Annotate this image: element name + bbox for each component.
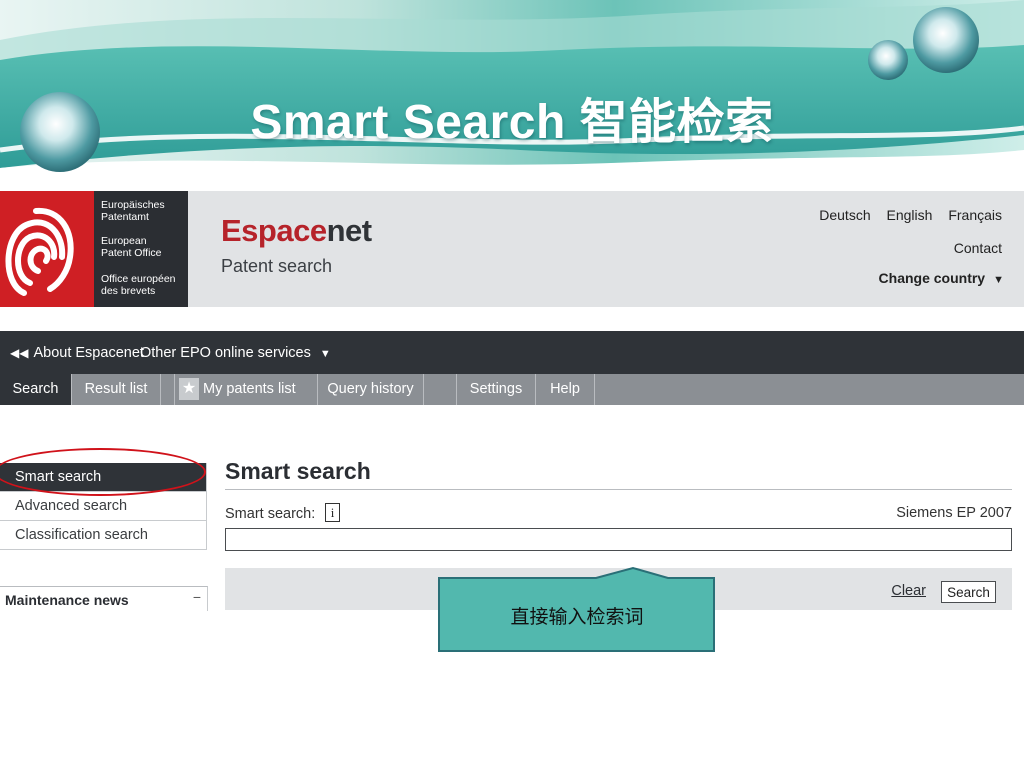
menu-item-advanced-search[interactable]: Advanced search [0, 492, 207, 521]
title-divider [225, 489, 1012, 490]
change-country-dropdown[interactable]: Change country ▼ [879, 270, 1004, 286]
epo-name-de-2: Patentamt [101, 211, 149, 223]
tab-result-list[interactable]: Result list [72, 374, 161, 405]
language-links: Deutsch English Français [807, 207, 1002, 223]
epo-logo-text: Europäisches Patentamt European Patent O… [94, 191, 188, 307]
about-espacenet-link[interactable]: ◀◀ About Espacenet [10, 345, 144, 361]
epo-name-en-2: Patent Office [101, 247, 162, 259]
epo-name-en-1: European [101, 235, 147, 247]
highlight-oval [0, 448, 206, 496]
contact-link[interactable]: Contact [954, 240, 1002, 256]
caret-down-icon: ▼ [319, 348, 331, 360]
callout-box: 直接输入检索词 [438, 566, 716, 652]
slide-banner: Smart Search 智能检索 [0, 0, 1024, 185]
tab-spacer [424, 374, 457, 405]
tab-spacer [160, 374, 175, 405]
maintenance-news-label: Maintenance news [5, 592, 129, 608]
epo-name-fr-2: des brevets [101, 285, 156, 297]
tab-query-history[interactable]: Query history [318, 374, 424, 405]
tab-my-patents-list[interactable]: ★ My patents list (0) [175, 374, 318, 427]
search-button[interactable]: Search [941, 581, 996, 603]
lang-francais[interactable]: Français [948, 207, 1002, 223]
collapse-icon[interactable]: − [193, 589, 201, 605]
change-country-label: Change country [878, 270, 986, 286]
tab-bar: Search Result list ★ My patents list (0)… [0, 374, 1024, 427]
tab-my-patents-label: My patents list (0) [203, 381, 296, 427]
caret-down-icon: ▼ [993, 274, 1004, 286]
tab-search[interactable]: Search [0, 374, 72, 405]
about-espacenet-label: About Espacenet [33, 345, 144, 361]
smart-search-input[interactable] [225, 528, 1012, 551]
callout-text: 直接输入检索词 [510, 606, 644, 628]
brand-espace: Espace [221, 213, 327, 248]
info-icon[interactable]: i [325, 503, 340, 522]
double-chevron-left-icon: ◀◀ [10, 346, 29, 360]
espacenet-brand[interactable]: Espacenet [221, 213, 372, 249]
smart-search-label: Smart search: [225, 506, 316, 522]
epo-logo[interactable] [0, 191, 94, 307]
star-icon: ★ [179, 378, 199, 400]
page-title: Smart search [225, 458, 371, 484]
lang-english[interactable]: English [887, 207, 933, 223]
espacenet-header: Europäisches Patentamt European Patent O… [0, 191, 1024, 307]
other-epo-services-label: Other EPO online services [140, 345, 311, 361]
menu-item-classification-search[interactable]: Classification search [0, 521, 207, 550]
maintenance-news-panel[interactable]: Maintenance news − [0, 586, 208, 611]
brand-net: net [326, 213, 373, 248]
other-epo-services-dropdown[interactable]: Other EPO online services ▼ [140, 345, 331, 361]
epo-name-fr-1: Office européen [101, 273, 176, 285]
clear-link[interactable]: Clear [891, 583, 926, 599]
search-example-text: Siemens EP 2007 [896, 505, 1012, 521]
brand-subtitle: Patent search [221, 256, 333, 276]
slide-title: Smart Search 智能检索 [250, 96, 774, 149]
top-navigation: ◀◀ About Espacenet Other EPO online servi… [0, 331, 1024, 374]
epo-name-de-1: Europäisches [101, 199, 165, 211]
tab-settings[interactable]: Settings [457, 374, 536, 405]
epo-spiral-icon [5, 207, 74, 296]
tab-help[interactable]: Help [536, 374, 595, 405]
lang-deutsch[interactable]: Deutsch [819, 207, 870, 223]
